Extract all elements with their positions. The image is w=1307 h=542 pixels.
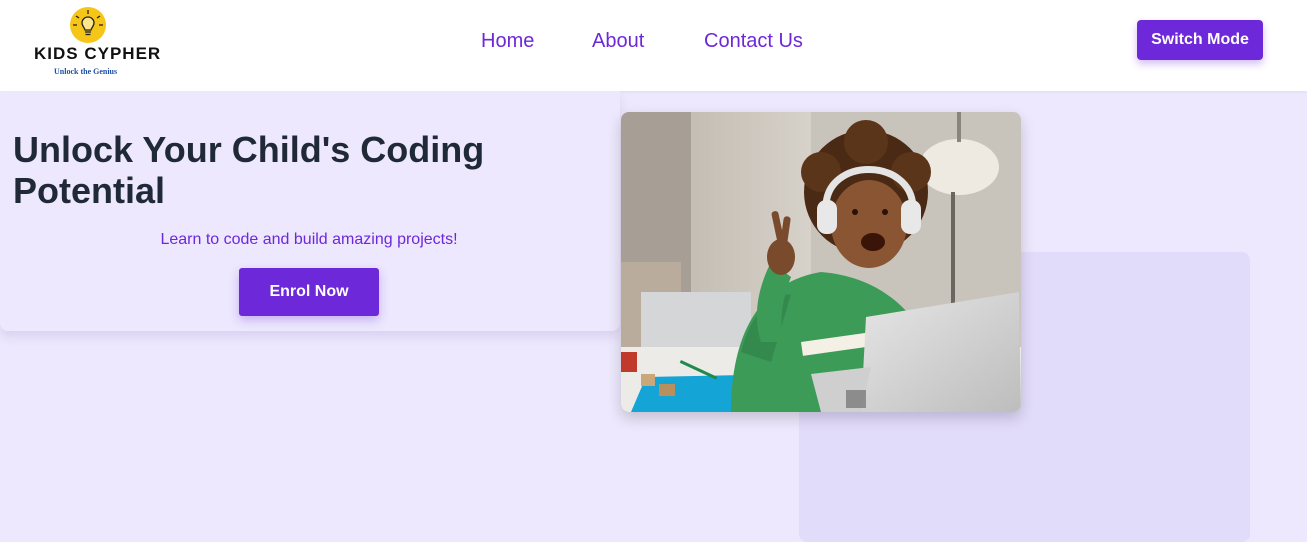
switch-mode-button[interactable]: Switch Mode: [1137, 20, 1263, 60]
nav-home-link[interactable]: Home: [481, 30, 534, 53]
nav-about-link[interactable]: About: [592, 30, 644, 53]
enrol-now-button[interactable]: Enrol Now: [239, 268, 379, 316]
hero-card: Unlock Your Child's Coding Potential Lea…: [0, 91, 620, 331]
hero-image: [621, 112, 1021, 412]
logo-tagline: Unlock the Genius: [54, 67, 118, 76]
main-nav: Home About Contact Us: [0, 30, 1307, 54]
hero-subtitle: Learn to code and build amazing projects…: [160, 231, 458, 248]
hero-title: Unlock Your Child's Coding Potential: [13, 129, 485, 211]
child-coding-photo: [621, 112, 1021, 412]
navbar: KIDS CYPHER Unlock the Genius Home About…: [0, 0, 1307, 91]
nav-contact-link[interactable]: Contact Us: [704, 30, 803, 53]
